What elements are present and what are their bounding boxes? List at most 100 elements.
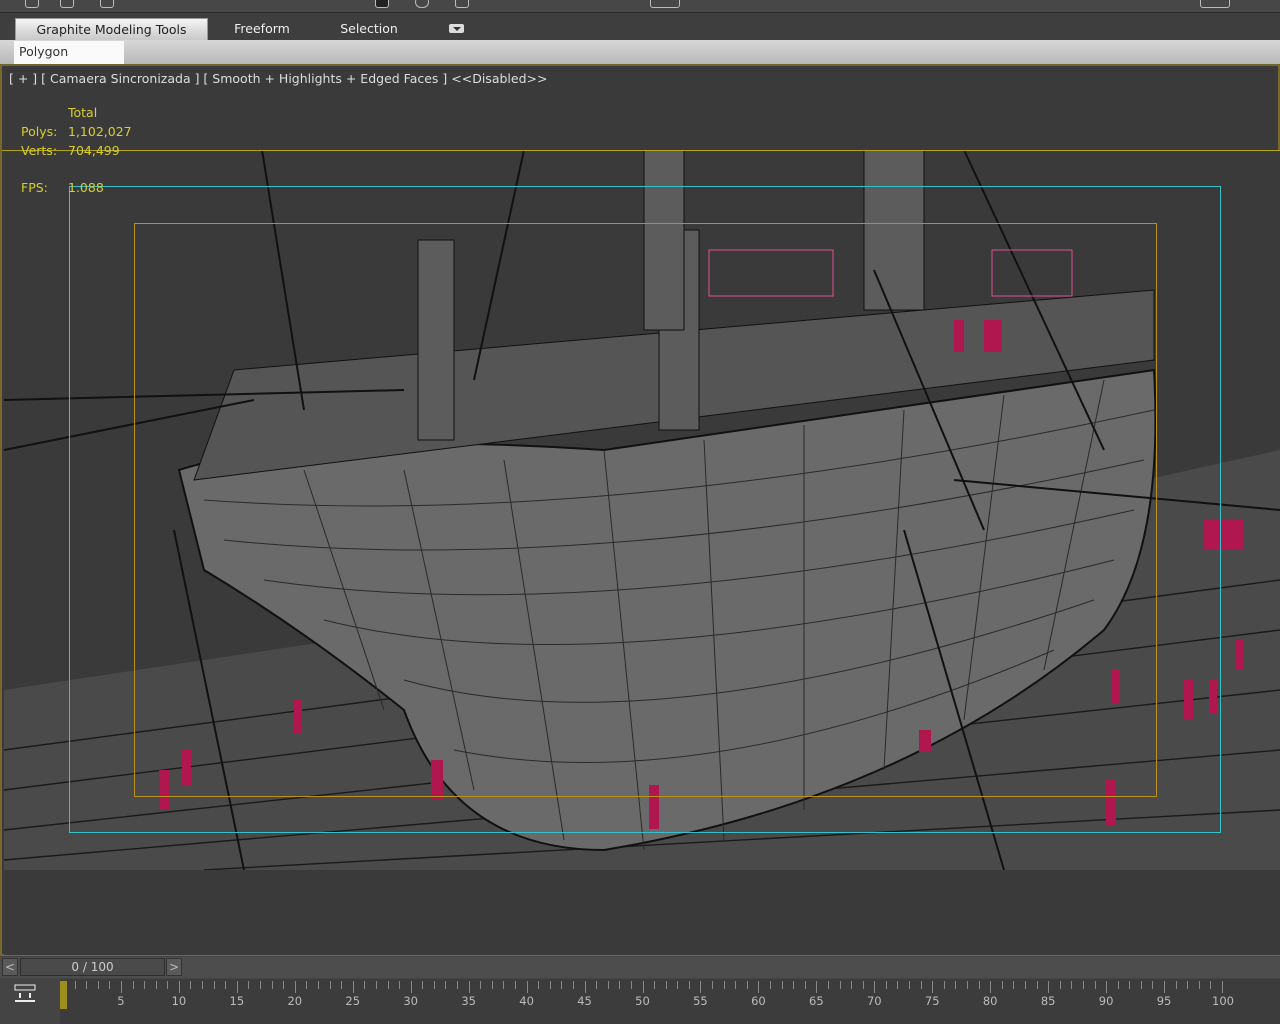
verts-value: 704,499 (68, 143, 120, 158)
frame-tick (480, 981, 482, 989)
frame-label: 80 (982, 994, 998, 1008)
frame-tick (665, 981, 667, 989)
track-ruler[interactable]: 0510152025303540455055606570758085909510… (59, 979, 1280, 1024)
frame-label: 40 (519, 994, 534, 1008)
frame-label: 35 (461, 994, 476, 1008)
frame-tick (178, 981, 180, 993)
frame-tick (827, 981, 829, 989)
rotate-icon[interactable] (415, 0, 429, 8)
frame-tick (746, 981, 748, 989)
frame-tick (654, 981, 656, 989)
frame-tick (433, 981, 435, 989)
frame-tick (990, 981, 992, 993)
frame-tick (909, 981, 911, 989)
frame-tick (1024, 981, 1026, 989)
time-slider-thumb[interactable]: 0 / 100 (20, 958, 165, 976)
named-selection-icon[interactable] (650, 0, 680, 8)
frame-label: 10 (171, 994, 187, 1008)
frame-label: 100 (1212, 994, 1234, 1008)
frame-tick (120, 981, 122, 993)
frame-tick (769, 981, 771, 989)
frame-tick (572, 981, 574, 989)
frame-label: 5 (117, 994, 125, 1008)
frame-tick (74, 981, 76, 989)
render-icon[interactable] (1200, 0, 1230, 8)
next-frame-button[interactable]: > (166, 958, 182, 976)
frame-tick (306, 981, 308, 989)
frame-tick (1106, 981, 1108, 993)
frame-tick (109, 981, 111, 989)
frame-label: 45 (577, 994, 592, 1008)
scale-icon[interactable] (455, 0, 469, 8)
frame-tick (294, 981, 296, 993)
frame-tick (1094, 981, 1096, 989)
frame-tick (1117, 981, 1119, 989)
frame-tick (468, 981, 470, 993)
viewport[interactable]: [ + ] [ Camaera Sincronizada ] [ Smooth … (0, 66, 1280, 956)
frame-tick (642, 981, 644, 993)
frame-tick (538, 981, 540, 989)
bind-icon[interactable] (100, 0, 114, 8)
frame-tick (596, 981, 598, 989)
frame-tick (1082, 981, 1084, 989)
safe-frame-title (134, 223, 1157, 797)
tab-freeform[interactable]: Freeform (222, 18, 302, 40)
frame-tick (202, 981, 204, 989)
frame-tick (1048, 981, 1050, 993)
frame-tick (236, 981, 238, 993)
frame-tick (1013, 981, 1015, 989)
frame-tick (804, 981, 806, 989)
frame-label: 25 (345, 994, 361, 1008)
frame-tick (1152, 981, 1154, 989)
frame-label: 55 (693, 994, 708, 1008)
frame-tick (283, 981, 285, 989)
frame-tick (422, 981, 424, 989)
ribbon-dropdown-icon[interactable] (449, 24, 464, 33)
frame-tick (1164, 981, 1166, 993)
frame-tick (920, 981, 922, 989)
frame-tick (410, 981, 412, 993)
frame-tick (375, 981, 377, 989)
frame-tick (352, 981, 354, 993)
frame-tick (885, 981, 887, 989)
frame-tick (839, 981, 841, 989)
frame-label: 85 (1040, 994, 1056, 1008)
prev-frame-button[interactable]: < (2, 958, 18, 976)
frame-tick (503, 981, 505, 989)
frame-label: 20 (287, 994, 303, 1008)
frame-tick (793, 981, 795, 989)
polygon-modeling-tab[interactable]: Polygon Modeling (14, 41, 124, 81)
track-bar[interactable]: 0510152025303540455055606570758085909510… (0, 979, 1280, 1024)
frame-tick (260, 981, 262, 989)
move-icon[interactable] (375, 0, 389, 8)
frame-label: 90 (1098, 994, 1114, 1008)
time-slider[interactable]: < 0 / 100 > (0, 957, 1280, 978)
ribbon-panel: Polygon Modeling (0, 40, 1280, 81)
tab-selection[interactable]: Selection (330, 18, 408, 40)
frame-tick (1175, 981, 1177, 989)
tab-graphite-modeling-tools[interactable]: Graphite Modeling Tools (15, 18, 208, 40)
frame-tick (816, 981, 818, 993)
frame-tick (862, 981, 864, 989)
stats-header: Total (68, 105, 98, 120)
frame-tick (387, 981, 389, 989)
safe-frame-line (2, 150, 1280, 151)
current-frame-marker[interactable] (60, 981, 67, 1009)
frame-tick (700, 981, 702, 993)
frame-tick (967, 981, 969, 989)
frame-tick (619, 981, 621, 989)
viewport-label[interactable]: [ + ] [ Camaera Sincronizada ] [ Smooth … (9, 71, 547, 86)
frame-tick (399, 981, 401, 989)
unlink-icon[interactable] (60, 0, 74, 8)
frame-label: 30 (403, 994, 418, 1008)
frame-tick (515, 981, 516, 989)
frame-tick (607, 981, 609, 989)
link-icon[interactable] (25, 0, 39, 8)
frame-tick (584, 981, 586, 993)
frame-tick (317, 981, 319, 989)
frame-tick (712, 981, 714, 989)
trackbar-config-icon[interactable] (14, 984, 36, 1004)
frame-tick (955, 981, 957, 989)
frame-tick (271, 981, 273, 989)
frame-tick (758, 981, 760, 993)
